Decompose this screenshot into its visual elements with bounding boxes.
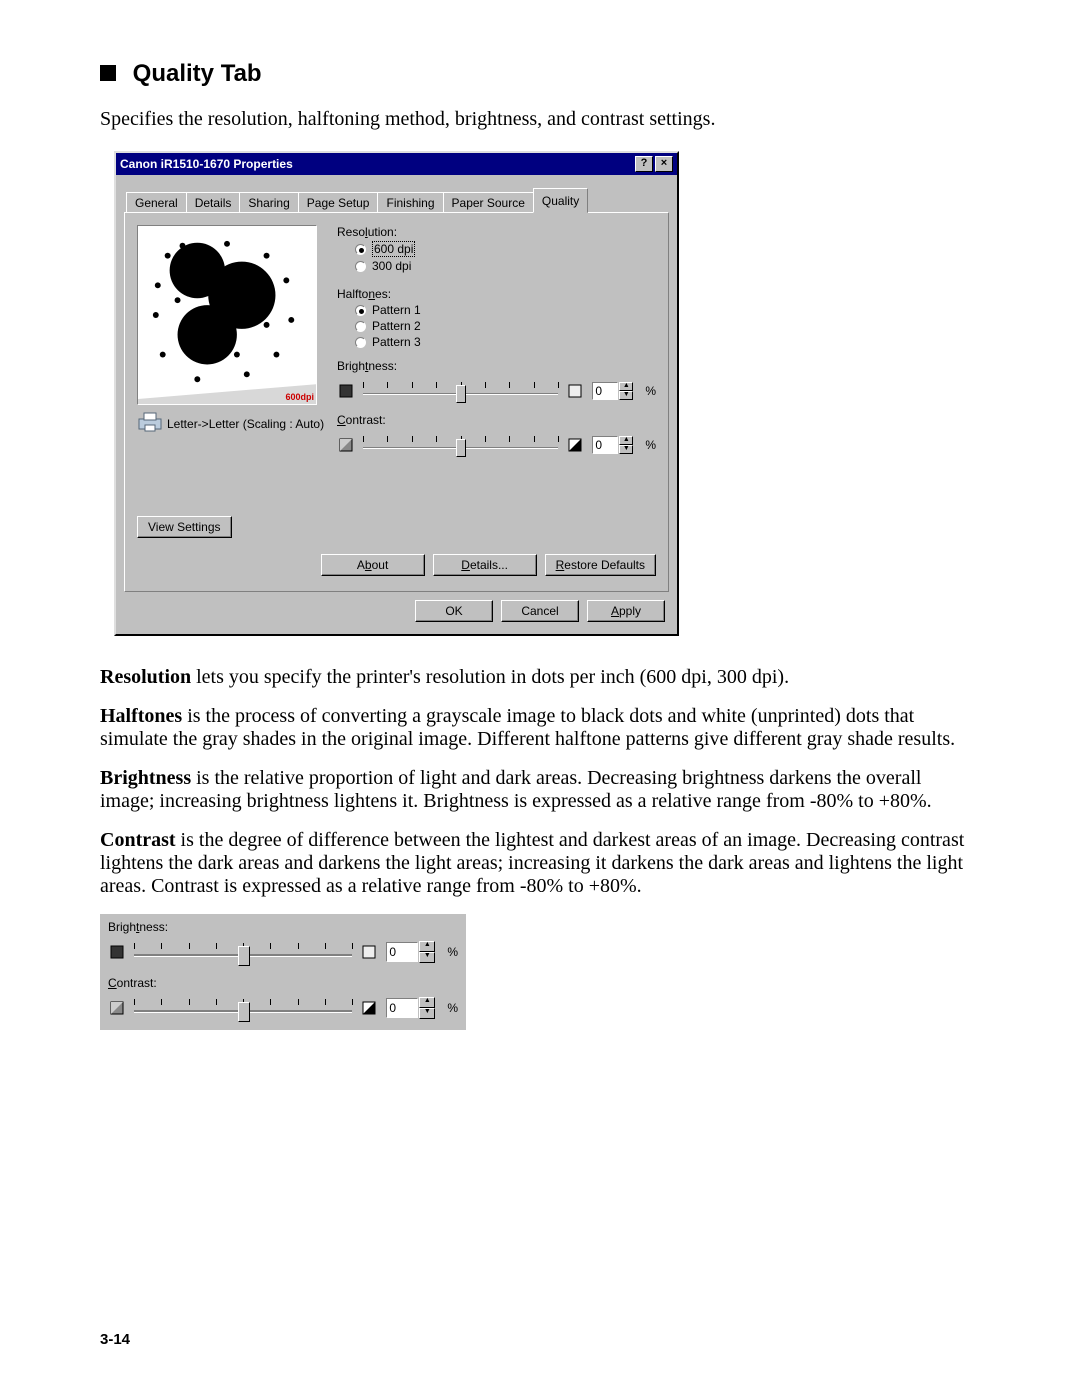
tab-general[interactable]: General xyxy=(126,192,187,213)
heading-text: Quality Tab xyxy=(133,60,262,87)
tab-strip: General Details Sharing Page Setup Finis… xyxy=(124,187,669,212)
mini-brightness-down[interactable]: ▼ xyxy=(419,952,435,963)
mini-contrast-thumb[interactable] xyxy=(238,1002,250,1022)
contrast-high-icon xyxy=(360,999,378,1017)
mini-brightness-thumb[interactable] xyxy=(238,946,250,966)
cancel-button[interactable]: Cancel xyxy=(501,600,579,622)
brightness-label: Brightness: xyxy=(337,359,656,373)
radio-icon xyxy=(355,337,366,348)
tab-finishing[interactable]: Finishing xyxy=(377,192,443,213)
brightness-high-icon xyxy=(566,382,584,400)
mini-brightness-contrast-panel: Brightness: ▲ ▼ % Contrast: xyxy=(100,914,466,1030)
bullet-square-icon xyxy=(100,65,116,81)
dpi-badge: 600dpi xyxy=(285,392,314,402)
percent-label: % xyxy=(645,438,656,452)
mini-brightness-slider[interactable] xyxy=(134,940,352,964)
desc-halftones: Halftones is the process of converting a… xyxy=(100,705,980,751)
view-settings-button[interactable]: View Settings xyxy=(137,516,232,538)
brightness-slider[interactable] xyxy=(363,379,558,403)
percent-label: % xyxy=(447,1001,458,1015)
radio-icon xyxy=(355,321,366,332)
brightness-low-icon xyxy=(337,382,355,400)
radio-icon xyxy=(355,244,366,255)
printer-icon xyxy=(137,411,163,436)
radio-pattern1[interactable]: Pattern 1 xyxy=(355,303,656,317)
mini-contrast-value[interactable] xyxy=(386,998,418,1018)
tab-quality[interactable]: Quality xyxy=(533,188,588,213)
tab-sharing[interactable]: Sharing xyxy=(239,192,298,213)
mini-brightness-value[interactable] xyxy=(386,942,418,962)
mini-contrast-label: Contrast: xyxy=(108,976,458,990)
contrast-low-icon xyxy=(108,999,126,1017)
mini-contrast-down[interactable]: ▼ xyxy=(419,1008,435,1019)
tab-details[interactable]: Details xyxy=(186,192,241,213)
brightness-spinner[interactable]: ▲ ▼ xyxy=(592,382,633,400)
radio-300dpi[interactable]: 300 dpi xyxy=(355,259,656,273)
dialog-button-row: OK Cancel Apply xyxy=(124,592,669,626)
tab-paper-source[interactable]: Paper Source xyxy=(443,192,534,213)
apply-button[interactable]: Apply xyxy=(587,600,665,622)
contrast-down[interactable]: ▼ xyxy=(619,445,633,454)
panel-button-row: About Details... Restore Defaults xyxy=(137,554,656,576)
brightness-thumb[interactable] xyxy=(456,385,466,403)
radio-pattern3[interactable]: Pattern 3 xyxy=(355,335,656,349)
contrast-thumb[interactable] xyxy=(456,439,466,457)
brightness-low-icon xyxy=(108,943,126,961)
titlebar: Canon iR1510-1670 Properties ? × xyxy=(116,153,677,175)
brightness-group: Brightness: xyxy=(337,359,656,403)
contrast-low-icon xyxy=(337,436,355,454)
percent-label: % xyxy=(447,945,458,959)
details-button[interactable]: Details... xyxy=(433,554,537,576)
ok-button[interactable]: OK xyxy=(415,600,493,622)
brightness-down[interactable]: ▼ xyxy=(619,391,633,400)
close-button[interactable]: × xyxy=(655,156,673,172)
mini-brightness-label: Brightness: xyxy=(108,920,458,934)
desc-brightness: Brightness is the relative proportion of… xyxy=(100,767,980,813)
radio-600dpi[interactable]: 600 dpi xyxy=(355,241,656,257)
scaling-text: Letter->Letter (Scaling : Auto) xyxy=(167,417,324,431)
contrast-group: Contrast: xyxy=(337,413,656,457)
section-heading: Quality Tab xyxy=(100,60,980,88)
mini-contrast-up[interactable]: ▲ xyxy=(419,997,435,1008)
contrast-spinner[interactable]: ▲ ▼ xyxy=(592,436,633,454)
halftones-label: Halftones: xyxy=(337,287,656,301)
contrast-up[interactable]: ▲ xyxy=(619,436,633,445)
intro-paragraph: Specifies the resolution, halftoning met… xyxy=(100,108,980,131)
dialog-title: Canon iR1510-1670 Properties xyxy=(120,157,633,171)
radio-pattern2[interactable]: Pattern 2 xyxy=(355,319,656,333)
settings-column: Resolution: 600 dpi 300 dpi Halftones: P… xyxy=(337,225,656,538)
brightness-up[interactable]: ▲ xyxy=(619,382,633,391)
radio-icon xyxy=(355,261,366,272)
brightness-value[interactable] xyxy=(592,382,618,400)
percent-label: % xyxy=(645,384,656,398)
scaling-info: Letter->Letter (Scaling : Auto) xyxy=(137,411,327,436)
properties-dialog: Canon iR1510-1670 Properties ? × General… xyxy=(114,151,679,636)
tab-page-setup[interactable]: Page Setup xyxy=(298,192,379,213)
mini-brightness-up[interactable]: ▲ xyxy=(419,941,435,952)
about-button[interactable]: About xyxy=(321,554,425,576)
desc-contrast: Contrast is the degree of difference bet… xyxy=(100,829,980,898)
mini-contrast-slider[interactable] xyxy=(134,996,352,1020)
contrast-slider[interactable] xyxy=(363,433,558,457)
mini-contrast-spinner[interactable]: ▲ ▼ xyxy=(386,997,435,1019)
mini-brightness-spinner[interactable]: ▲ ▼ xyxy=(386,941,435,963)
desc-resolution: Resolution lets you specify the printer'… xyxy=(100,666,980,689)
resolution-label: Resolution: xyxy=(337,225,656,239)
contrast-high-icon xyxy=(566,436,584,454)
help-button[interactable]: ? xyxy=(635,156,653,172)
tab-panel-quality: 600dpi Letter->Letter (Scaling : Auto) V… xyxy=(124,212,669,592)
preview-column: 600dpi Letter->Letter (Scaling : Auto) V… xyxy=(137,225,327,538)
contrast-value[interactable] xyxy=(592,436,618,454)
restore-defaults-button[interactable]: Restore Defaults xyxy=(545,554,656,576)
brightness-high-icon xyxy=(360,943,378,961)
page-number: 3-14 xyxy=(100,1331,130,1348)
halftone-preview-icon xyxy=(138,226,316,404)
contrast-label: Contrast: xyxy=(337,413,656,427)
radio-icon xyxy=(355,305,366,316)
halftone-preview: 600dpi xyxy=(137,225,317,405)
